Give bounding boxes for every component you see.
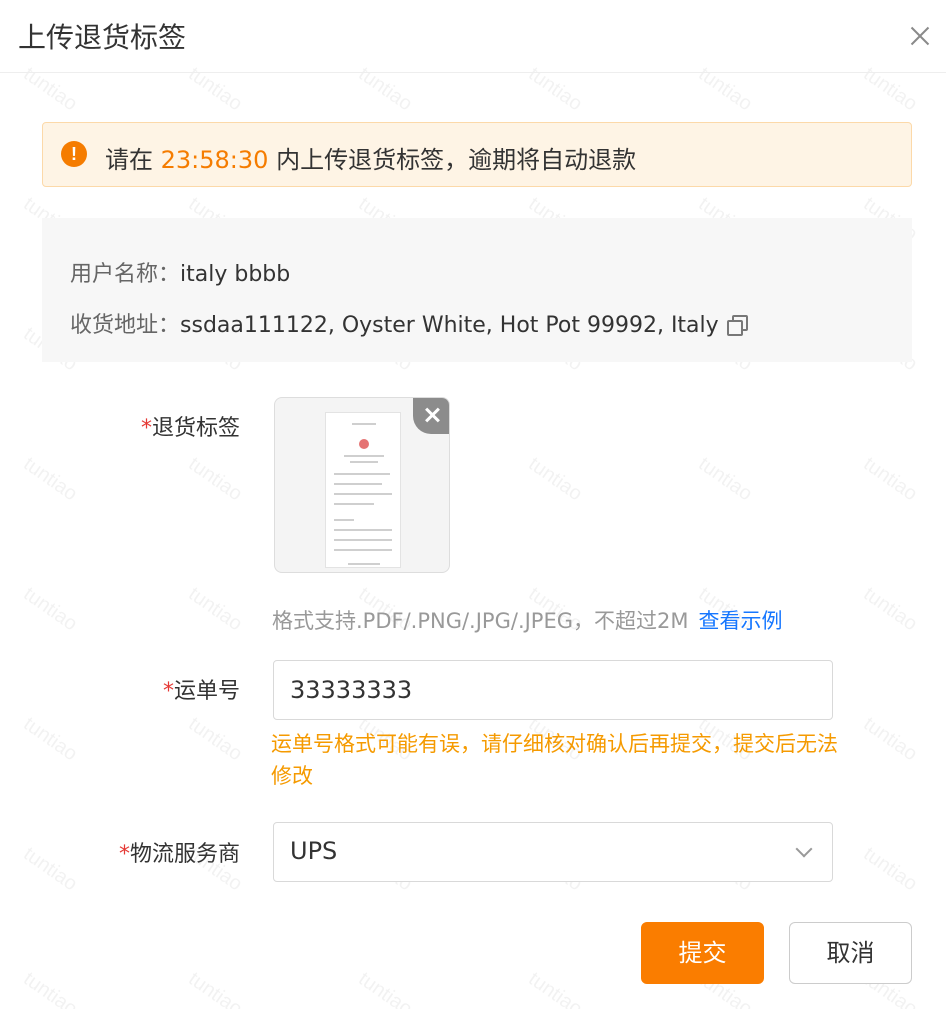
username-value: italy bbbb [180, 262, 291, 287]
alert-prefix: 请在 [105, 146, 161, 174]
view-example-link[interactable]: 查看示例 [699, 609, 783, 633]
alert-text: 请在 23:58:30 内上传退货标签，逾期将自动退款 [105, 140, 636, 175]
tracking-number-label: *运单号 [0, 673, 240, 705]
alert-suffix: 内上传退货标签，逾期将自动退款 [268, 146, 637, 174]
carrier-select[interactable]: UPS [273, 822, 833, 882]
carrier-label-text: 物流服务商 [129, 842, 240, 867]
copy-icon[interactable] [726, 315, 748, 336]
required-mark: * [162, 679, 174, 704]
document-preview-icon [325, 412, 401, 568]
required-mark: * [140, 416, 152, 441]
tracking-number-label-text: 运单号 [173, 679, 240, 704]
dialog-title: 上传退货标签 [18, 21, 187, 54]
carrier-selected-value: UPS [290, 837, 338, 865]
recipient-info-panel: 用户名称：italy bbbb 收货地址：ssdaa111122, Oyster… [42, 218, 912, 362]
return-label-field-label: *退货标签 [0, 410, 240, 442]
close-icon[interactable] [904, 20, 936, 52]
tracking-number-input[interactable] [273, 660, 833, 720]
cancel-button[interactable]: 取消 [789, 922, 912, 984]
address-row: 收货地址：ssdaa111122, Oyster White, Hot Pot … [70, 307, 748, 339]
submit-button[interactable]: 提交 [641, 922, 764, 984]
required-mark: * [118, 842, 130, 867]
upload-return-label-dialog: 上传退货标签 ! 请在 23:58:30 内上传退货标签，逾期将自动退款 用户名… [0, 0, 946, 1009]
remove-upload-icon[interactable] [413, 398, 449, 434]
carrier-label: *物流服务商 [0, 836, 240, 868]
countdown-alert: ! 请在 23:58:30 内上传退货标签，逾期将自动退款 [42, 122, 912, 187]
countdown-timer: 23:58:30 [160, 146, 269, 174]
dialog-header: 上传退货标签 [0, 0, 946, 73]
address-value: ssdaa111122, Oyster White, Hot Pot 99992… [180, 313, 719, 338]
chevron-down-icon [795, 840, 813, 858]
address-label: 收货地址： [70, 313, 181, 338]
uploaded-label-thumbnail[interactable] [274, 397, 450, 573]
file-format-hint: 格式支持.PDF/.PNG/.JPG/.JPEG，不超过2M 查看示例 [272, 605, 783, 635]
return-label-text: 退货标签 [151, 416, 240, 441]
file-format-text: 格式支持.PDF/.PNG/.JPG/.JPEG，不超过2M [272, 609, 689, 633]
username-row: 用户名称：italy bbbb [70, 256, 290, 288]
tracking-number-warning: 运单号格式可能有误，请仔细核对确认后再提交，提交后无法修改 [271, 732, 838, 788]
username-label: 用户名称： [70, 262, 181, 287]
exclamation-icon: ! [61, 141, 87, 167]
